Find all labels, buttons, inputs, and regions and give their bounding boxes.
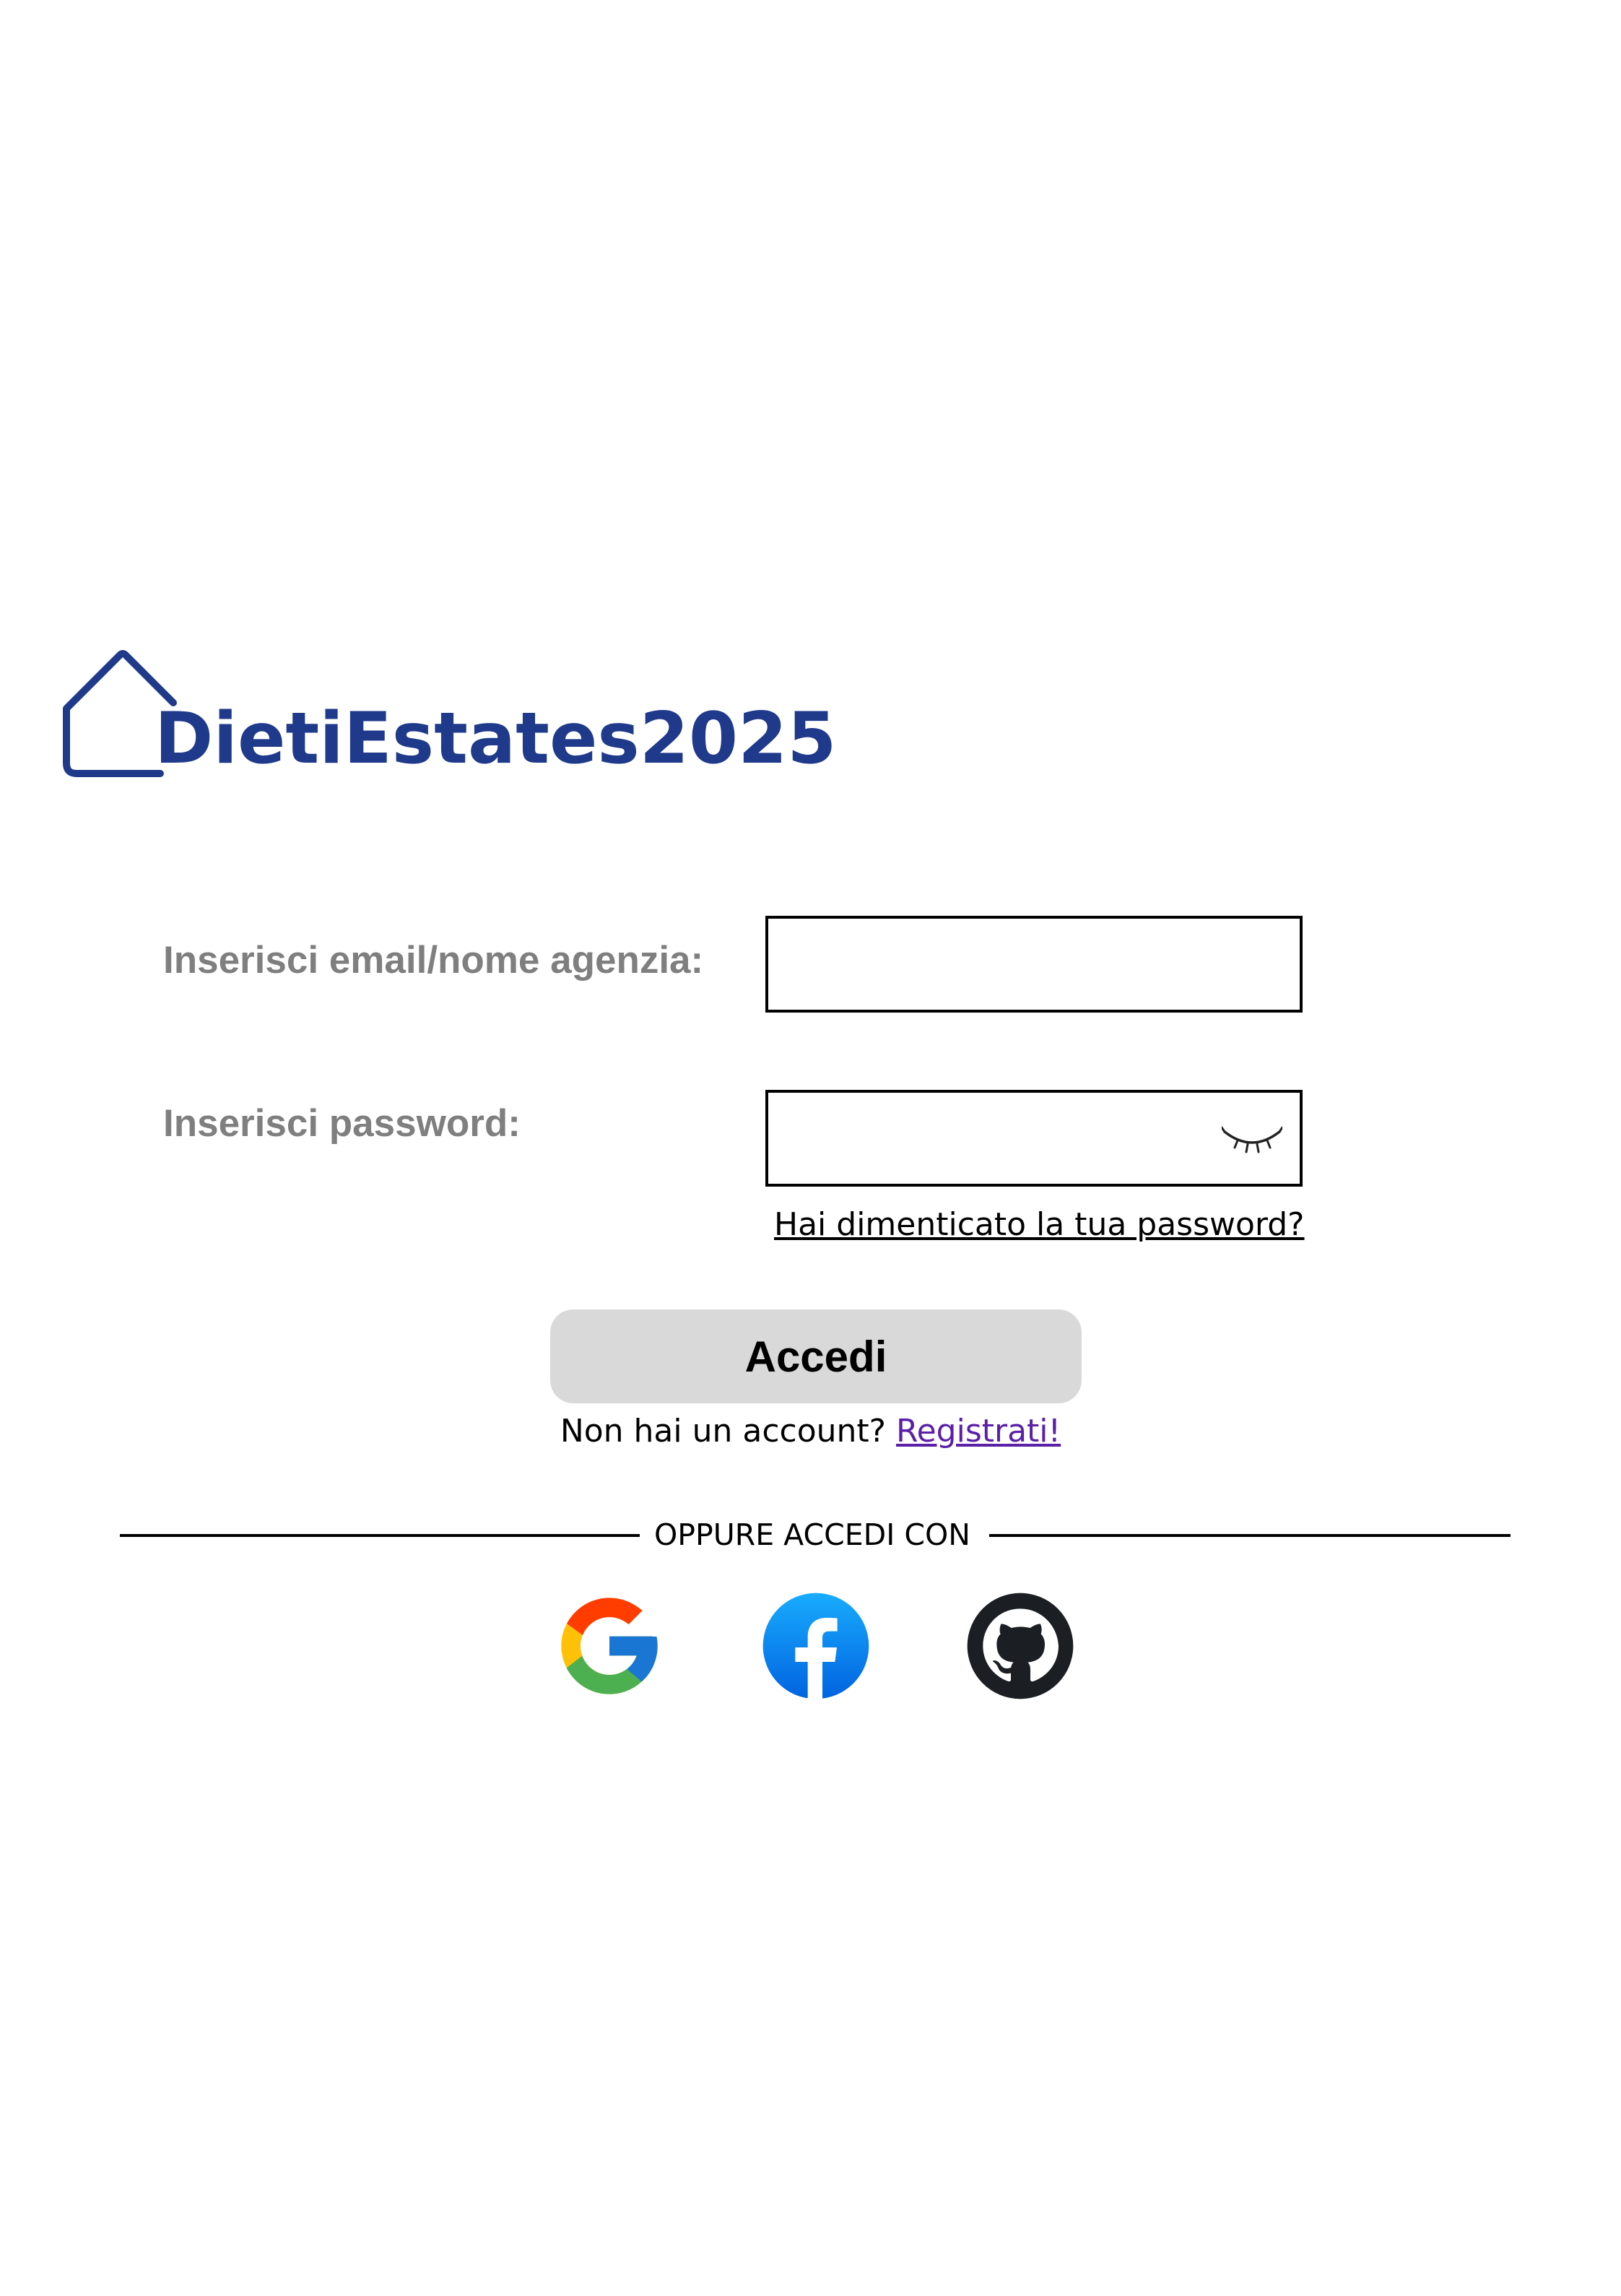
password-input[interactable] [783, 1107, 1248, 1171]
email-label: Inserisci email/nome agenzia: [163, 939, 704, 982]
password-label: Inserisci password: [163, 1102, 521, 1145]
divider-line-left [120, 1534, 640, 1537]
facebook-icon [762, 1593, 869, 1699]
google-icon [561, 1598, 658, 1694]
brand-name: DietiEstates2025 [155, 698, 837, 780]
divider-text: OPPURE ACCEDI CON [654, 1517, 970, 1552]
signup-prompt-text: Non hai un account? [560, 1413, 886, 1450]
login-button[interactable]: Accedi [550, 1309, 1082, 1403]
eye-closed-icon[interactable] [1222, 1122, 1282, 1156]
forgot-password-link[interactable]: Hai dimenticato la tua password? [774, 1205, 1305, 1245]
email-field-box[interactable] [765, 916, 1303, 1013]
signup-prompt: Non hai un account? Registrati! [0, 1411, 1621, 1452]
register-link[interactable]: Registrati! [896, 1413, 1061, 1450]
github-login-button[interactable] [962, 1588, 1078, 1704]
divider-line-right [989, 1534, 1511, 1537]
brand-logo: DietiEstates2025 [62, 646, 837, 784]
google-login-button[interactable] [552, 1588, 667, 1704]
password-field-box[interactable] [765, 1090, 1303, 1187]
github-icon [967, 1593, 1074, 1699]
email-input[interactable] [783, 933, 1248, 997]
facebook-login-button[interactable] [758, 1588, 874, 1704]
